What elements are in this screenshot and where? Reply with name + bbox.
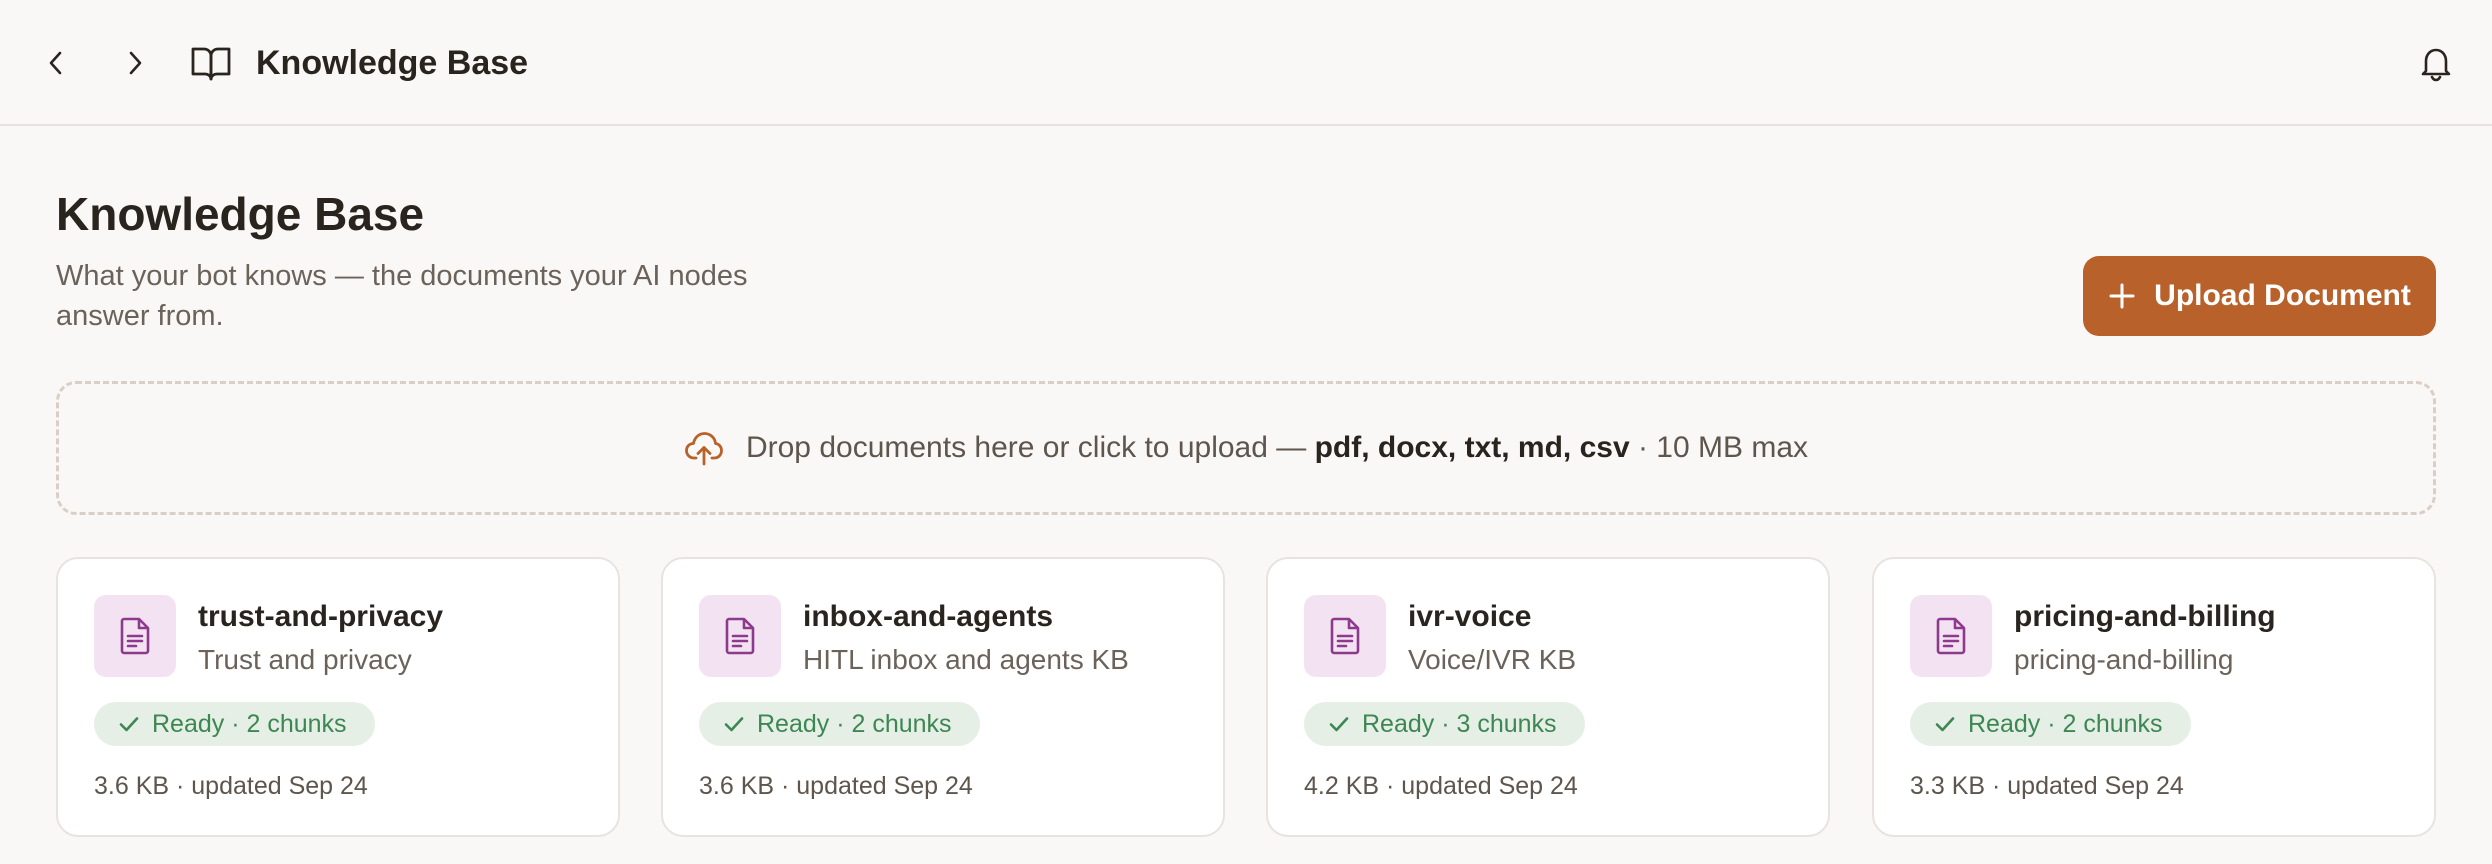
dropzone-file-types: pdf, docx, txt, md, csv (1314, 431, 1630, 464)
file-text-icon (725, 617, 755, 655)
topbar-title: Knowledge Base (256, 44, 529, 82)
status-text: Ready · 2 chunks (1968, 709, 2163, 738)
file-text-icon (1936, 617, 1966, 655)
file-text-icon (120, 617, 150, 655)
check-icon (119, 717, 139, 732)
document-meta: 3.6 KB · updated Sep 24 (699, 772, 973, 800)
check-icon (1329, 717, 1349, 732)
document-name: ivr-voice (1408, 600, 1532, 633)
document-description: HITL inbox and agents KB (803, 644, 1129, 675)
document-icon-tile (1304, 595, 1386, 677)
upload-document-button[interactable]: Upload Document (2083, 256, 2436, 336)
cloud-upload-icon (685, 432, 723, 466)
document-description: Trust and privacy (198, 644, 412, 675)
upload-document-label: Upload Document (2154, 279, 2411, 312)
status-text: Ready · 2 chunks (757, 709, 952, 738)
document-icon-tile (699, 595, 781, 677)
document-card[interactable]: ivr-voice Voice/IVR KB Ready · 3 chunks … (1266, 557, 1830, 837)
status-badge: Ready · 2 chunks (1910, 702, 2191, 746)
document-card[interactable]: inbox-and-agents HITL inbox and agents K… (661, 557, 1225, 837)
bell-icon[interactable] (2418, 44, 2454, 82)
status-badge: Ready · 3 chunks (1304, 702, 1585, 746)
back-button[interactable] (38, 39, 74, 87)
status-text: Ready · 3 chunks (1362, 709, 1557, 738)
document-card[interactable]: pricing-and-billing pricing-and-billing … (1872, 557, 2436, 837)
check-icon (724, 717, 744, 732)
document-meta: 3.3 KB · updated Sep 24 (1910, 772, 2184, 800)
status-badge: Ready · 2 chunks (94, 702, 375, 746)
status-badge: Ready · 2 chunks (699, 702, 980, 746)
document-meta: 4.2 KB · updated Sep 24 (1304, 772, 1578, 800)
document-name: inbox-and-agents (803, 600, 1054, 633)
page-subtitle: What your bot knows — the documents your… (56, 260, 748, 332)
book-open-icon (191, 47, 231, 81)
document-icon-tile (1910, 595, 1992, 677)
chevron-left-icon (49, 51, 62, 75)
file-text-icon (1330, 617, 1360, 655)
document-name: trust-and-privacy (198, 600, 444, 633)
dropzone-text: Drop documents here or click to upload —… (746, 431, 1808, 465)
chevron-right-icon (129, 51, 142, 75)
dropzone-prefix: Drop documents here or click to upload — (745, 431, 1315, 464)
plus-icon (2109, 283, 2135, 309)
document-description: Voice/IVR KB (1408, 644, 1577, 675)
dropzone-suffix: · 10 MB max (1629, 431, 1809, 464)
forward-button[interactable] (117, 39, 153, 87)
check-icon (1935, 717, 1955, 732)
document-name: pricing-and-billing (2014, 600, 2276, 633)
document-meta: 3.6 KB · updated Sep 24 (94, 772, 368, 800)
top-bar: Knowledge Base (0, 0, 2492, 126)
upload-dropzone[interactable]: Drop documents here or click to upload —… (56, 381, 2436, 515)
document-card[interactable]: trust-and-privacy Trust and privacy Read… (56, 557, 620, 837)
document-description: pricing-and-billing (2014, 644, 2234, 675)
document-icon-tile (94, 595, 176, 677)
page-title: Knowledge Base (56, 188, 425, 240)
status-text: Ready · 2 chunks (152, 709, 347, 738)
